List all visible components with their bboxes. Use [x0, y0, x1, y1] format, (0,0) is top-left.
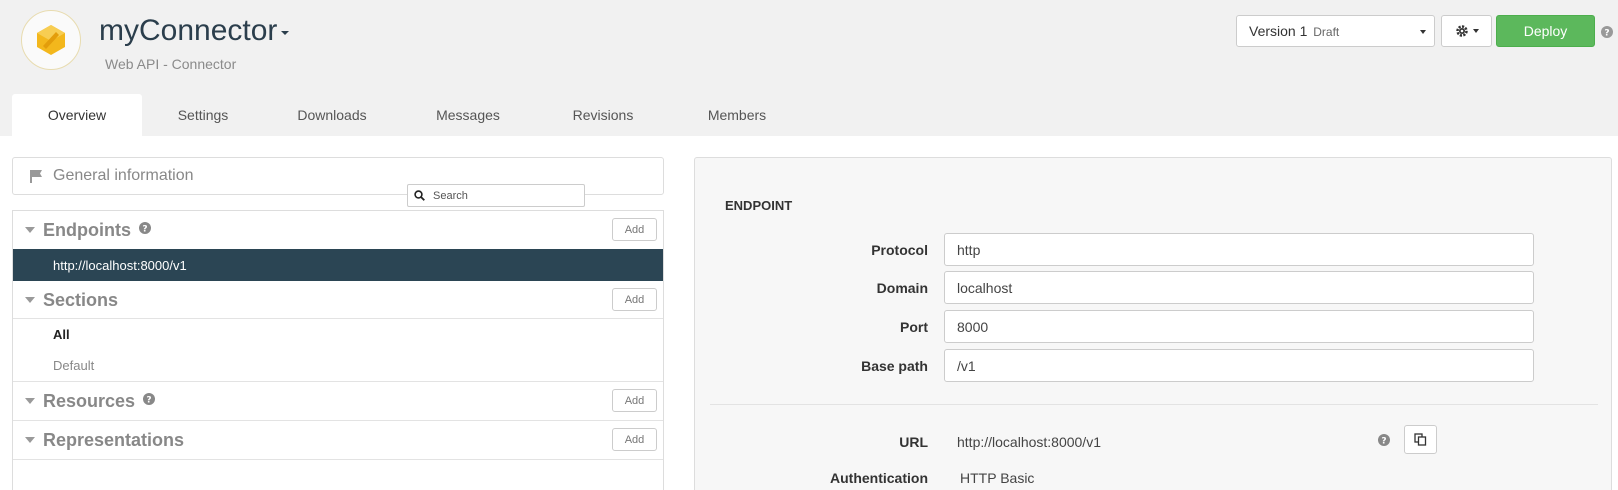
base-path-label: Base path [861, 358, 928, 374]
tab-messages[interactable]: Messages [400, 94, 536, 136]
endpoint-item-selected[interactable]: http://localhost:8000/v1 [13, 249, 663, 281]
version-select[interactable]: Version 1 Draft [1236, 15, 1435, 47]
tab-downloads[interactable]: Downloads [264, 94, 400, 136]
add-section-button[interactable]: Add [612, 288, 657, 311]
add-endpoint-button[interactable]: Add [612, 218, 657, 241]
svg-text:?: ? [1604, 29, 1609, 39]
deploy-button[interactable]: Deploy [1496, 15, 1595, 47]
help-icon[interactable]: ? [143, 392, 156, 410]
add-resource-button[interactable]: Add [612, 389, 657, 412]
svg-text:?: ? [146, 396, 151, 406]
app-title-text: myConnector [99, 14, 278, 47]
chevron-down-icon [1420, 30, 1426, 34]
domain-field[interactable]: localhost [944, 271, 1534, 304]
collapse-icon[interactable] [25, 297, 35, 303]
chevron-down-icon [281, 31, 290, 35]
representations-label: Representations [43, 429, 185, 450]
left-navigation-panel: Endpoints ? Add http://localhost:8000/v1… [12, 210, 664, 490]
base-path-field[interactable]: /v1 [944, 349, 1534, 382]
endpoint-section-title: ENDPOINT [725, 198, 793, 213]
general-information-label: General information [53, 167, 194, 184]
add-representation-button[interactable]: Add [612, 428, 657, 451]
resources-label: Resources [43, 390, 136, 411]
help-icon[interactable]: ? [1601, 25, 1613, 43]
version-label: Version 1 [1249, 23, 1308, 39]
divider [710, 404, 1598, 405]
tab-revisions[interactable]: Revisions [536, 94, 670, 136]
copy-url-button[interactable] [1404, 425, 1437, 454]
protocol-label: Protocol [871, 242, 928, 258]
search-placeholder: Search [433, 189, 468, 202]
sections-label: Sections [43, 289, 119, 310]
section-item-all[interactable]: All [53, 327, 70, 342]
representations-header[interactable]: Representations Add [13, 421, 663, 459]
app-logo [21, 10, 81, 70]
authentication-label: Authentication [830, 470, 928, 486]
endpoints-header[interactable]: Endpoints ? Add [13, 211, 663, 249]
endpoint-detail-panel: ENDPOINT Protocol http Domain localhost … [694, 157, 1612, 490]
gear-icon [1455, 25, 1468, 37]
resources-search-input[interactable]: Search [407, 184, 585, 207]
svg-text:?: ? [142, 225, 147, 235]
tab-members[interactable]: Members [670, 94, 804, 136]
sections-header[interactable]: Sections Add [13, 281, 663, 319]
settings-menu-button[interactable] [1441, 15, 1492, 47]
authentication-value: HTTP Basic [960, 470, 1035, 486]
collapse-icon[interactable] [25, 227, 35, 233]
search-icon [414, 190, 425, 201]
tab-bar: Overview Settings Downloads Messages Rev… [12, 94, 804, 136]
divider [13, 318, 663, 319]
collapse-icon[interactable] [25, 398, 35, 404]
url-label: URL [899, 434, 928, 450]
copy-icon [1414, 433, 1427, 446]
section-item-default[interactable]: Default [53, 358, 94, 373]
tab-settings[interactable]: Settings [142, 94, 264, 136]
port-field[interactable]: 8000 [944, 310, 1534, 343]
divider [13, 459, 663, 460]
collapse-icon[interactable] [25, 437, 35, 443]
version-status: Draft [1313, 25, 1340, 39]
tab-overview[interactable]: Overview [12, 94, 142, 136]
app-title[interactable]: myConnector [99, 14, 290, 48]
app-subtitle: Web API - Connector [105, 56, 237, 72]
help-icon[interactable]: ? [139, 221, 151, 239]
chevron-down-icon [1472, 29, 1479, 33]
domain-label: Domain [876, 280, 928, 296]
resources-header[interactable]: Resources ? Add [13, 382, 663, 420]
protocol-field[interactable]: http [944, 233, 1534, 266]
url-value: http://localhost:8000/v1 [957, 434, 1101, 450]
svg-text:?: ? [1381, 437, 1386, 447]
help-icon[interactable]: ? [1378, 433, 1390, 451]
endpoints-label: Endpoints [43, 219, 131, 240]
flag-icon [30, 170, 42, 183]
port-label: Port [900, 319, 928, 335]
